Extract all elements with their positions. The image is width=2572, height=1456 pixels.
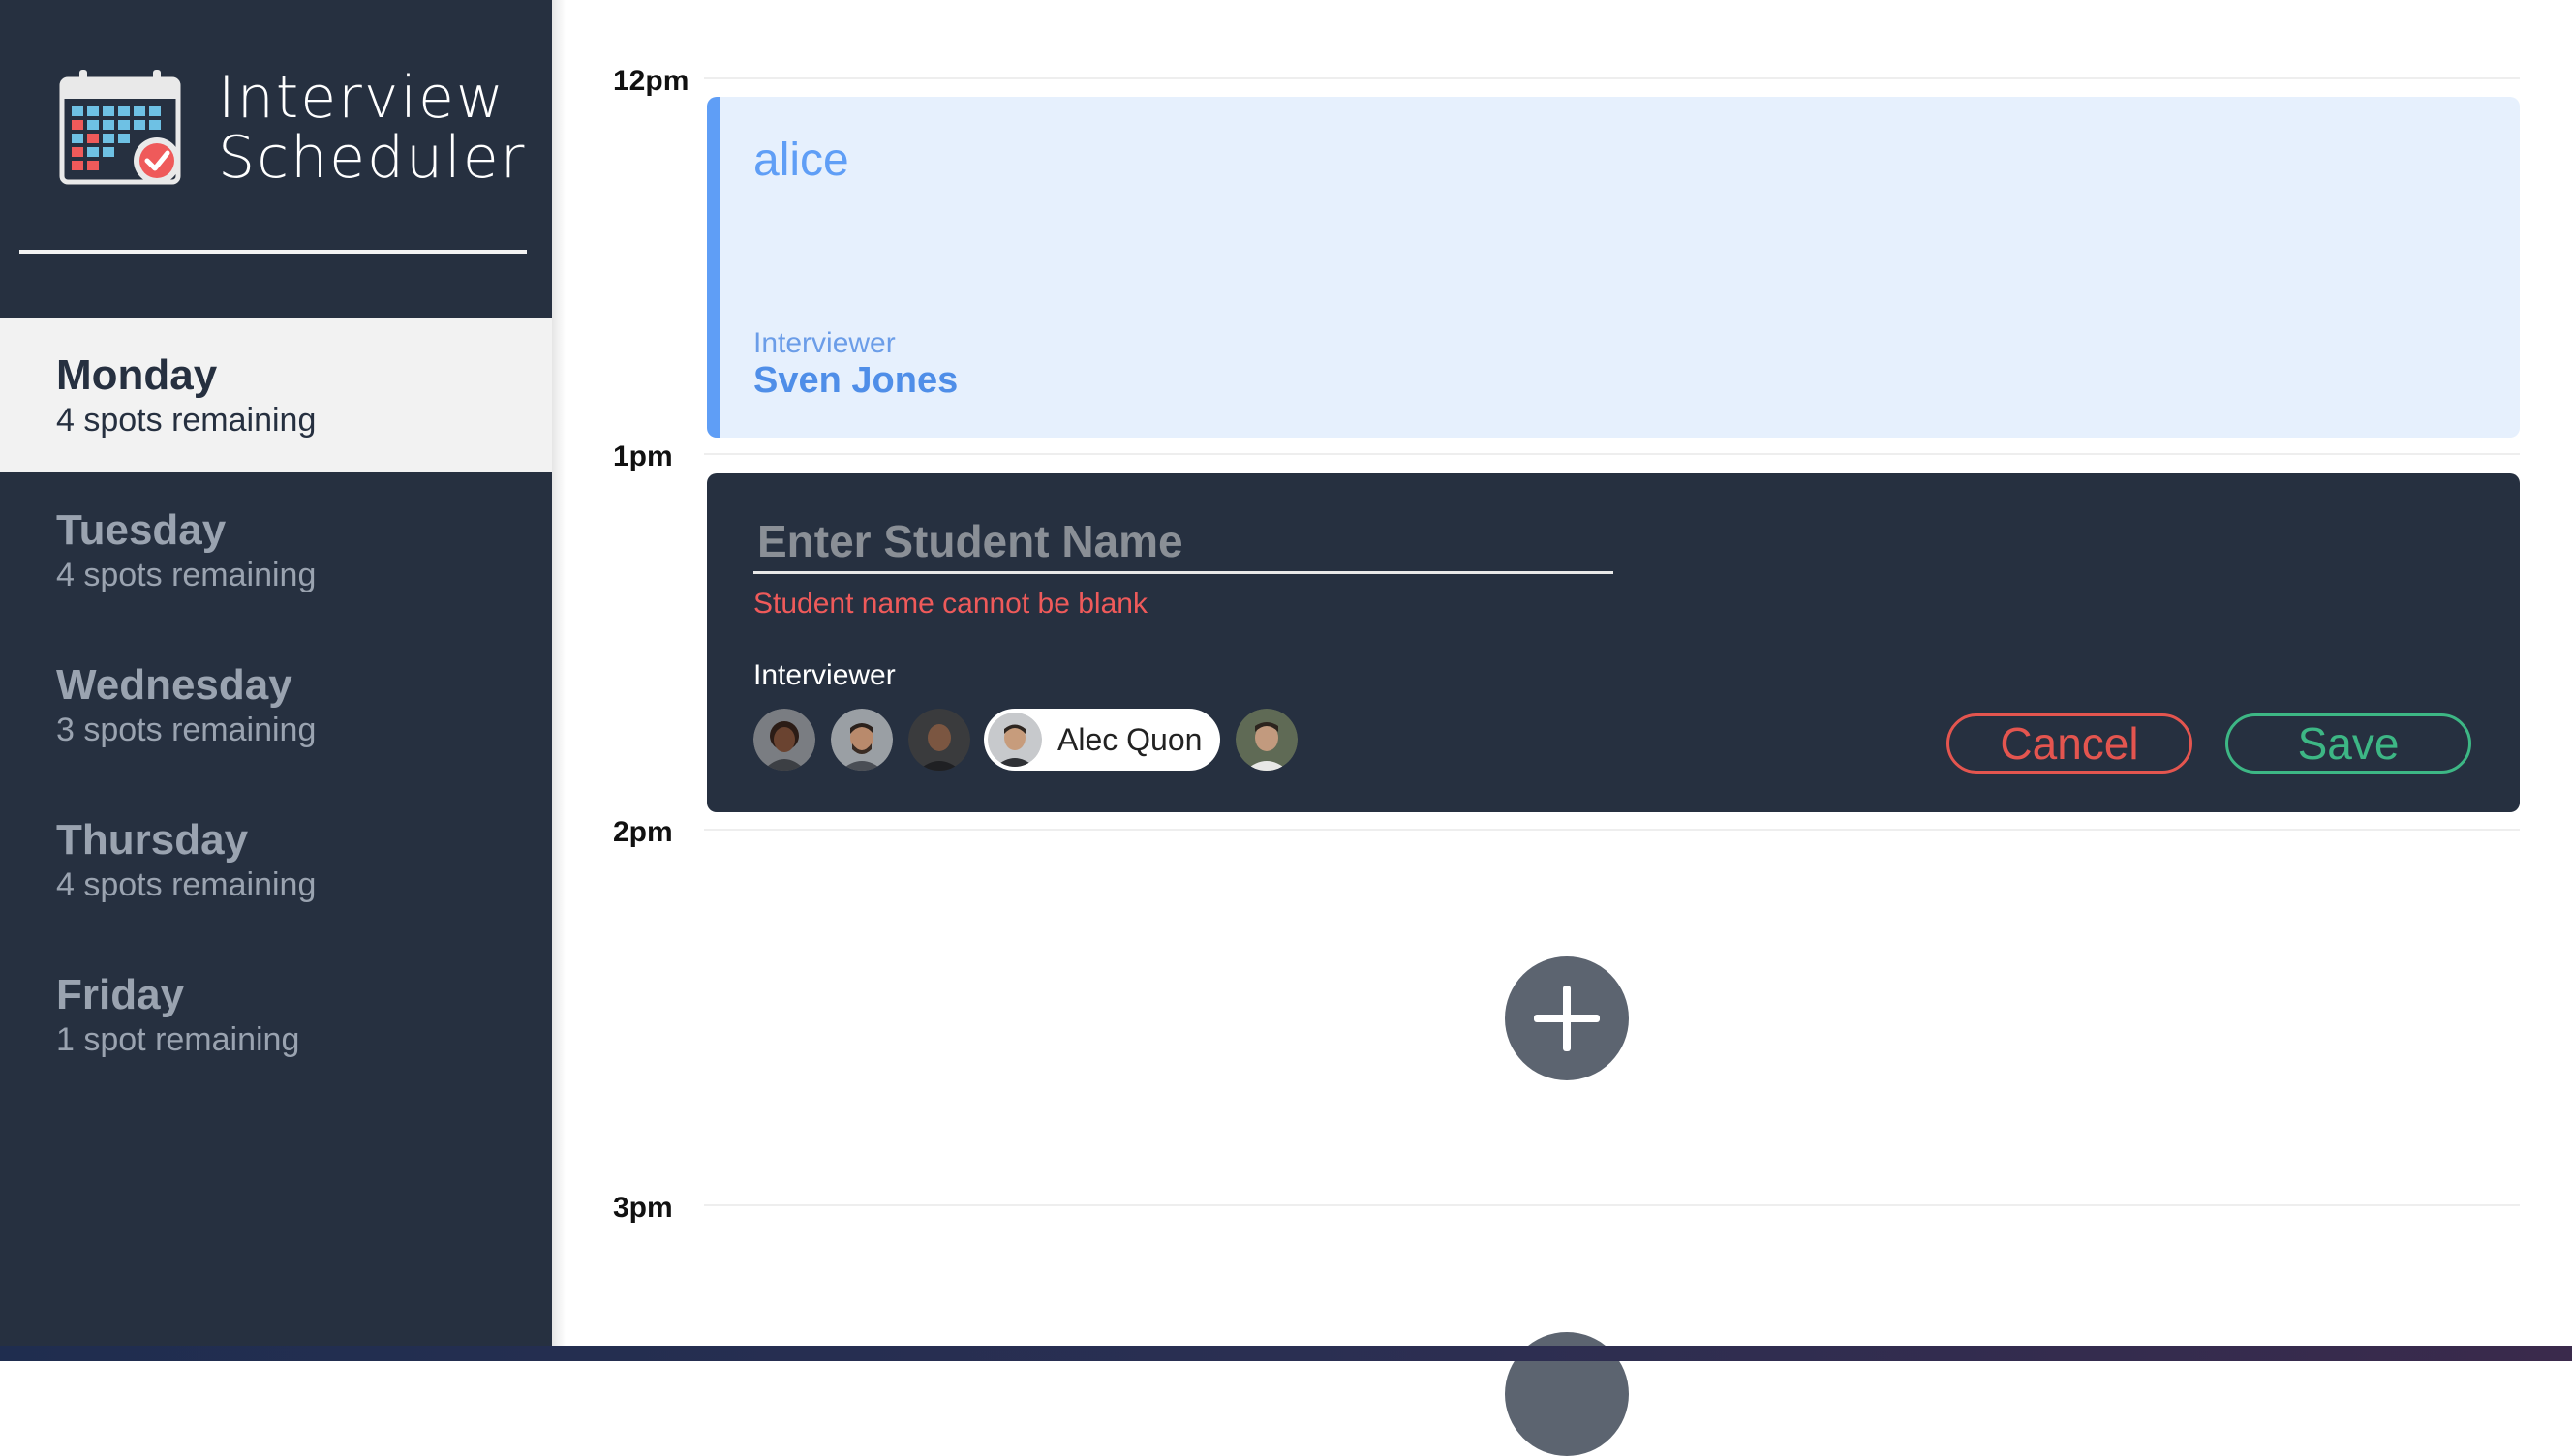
app-title-line1: Interview [218,64,505,132]
day-spots: 4 spots remaining [56,866,317,903]
interviewer-avatar[interactable] [908,709,970,771]
day-name: Wednesday [56,661,292,709]
time-divider [704,453,2520,455]
day-name: Monday [56,351,218,399]
avatar [831,709,893,771]
time-label-2pm: 2pm [613,816,673,848]
sidebar-shadow [552,0,566,1346]
interviewer-name: Alec Quon [1057,722,1203,757]
cancel-button[interactable]: Cancel [1946,713,2192,774]
day-name: Thursday [56,816,249,864]
validation-error: Student name cannot be blank [753,588,1148,620]
time-divider [704,1204,2520,1206]
sidebar-item-wednesday[interactable]: Wednesday 3 spots remaining [0,627,552,782]
day-spots: 4 spots remaining [56,402,317,439]
time-divider [704,77,2520,79]
appointment-form: Student name cannot be blank Interviewer [707,473,2520,812]
sidebar-divider [19,250,527,254]
appointment-student-name: alice [753,135,849,186]
day-name: Tuesday [56,506,227,554]
sidebar: Interview Scheduler Monday 4 spots remai… [0,0,552,1346]
interviewer-label: Interviewer [753,659,896,691]
interviewer-avatar[interactable] [831,709,893,771]
window-bottom-edge [0,1346,2572,1361]
sidebar-item-thursday[interactable]: Thursday 4 spots remaining [0,782,552,937]
app-title-line2: Scheduler [218,124,527,192]
interviewer-avatar[interactable] [753,709,815,771]
avatar [753,709,815,771]
booked-appointment[interactable]: alice Interviewer Sven Jones [707,97,2520,438]
time-label-1pm: 1pm [613,440,673,472]
app-title: Interview Scheduler [218,68,526,188]
appointment-interviewer-name: Sven Jones [753,360,959,401]
avatar [988,713,1042,767]
day-spots: 3 spots remaining [56,712,317,748]
time-divider [704,829,2520,831]
sidebar-item-friday[interactable]: Friday 1 spot remaining [0,937,552,1092]
add-appointment-button[interactable] [1505,956,1629,1080]
appointment-accent-bar [707,97,720,438]
time-label-12pm: 12pm [613,65,689,97]
interviewer-avatar[interactable] [1236,709,1298,771]
calendar-check-icon [59,70,181,185]
interviewer-selected[interactable]: Alec Quon [984,709,1220,771]
student-name-input[interactable] [753,510,1613,574]
avatar [1236,709,1298,771]
day-name: Friday [56,971,185,1018]
appointment-interviewer-label: Interviewer [753,327,896,359]
sidebar-item-monday[interactable]: Monday 4 spots remaining [0,318,552,472]
day-spots: 1 spot remaining [56,1021,300,1058]
avatar [908,709,970,771]
save-button[interactable]: Save [2225,713,2471,774]
day-spots: 4 spots remaining [56,557,317,593]
sidebar-item-tuesday[interactable]: Tuesday 4 spots remaining [0,472,552,627]
plus-icon [1534,986,1600,1051]
time-label-3pm: 3pm [613,1192,673,1224]
